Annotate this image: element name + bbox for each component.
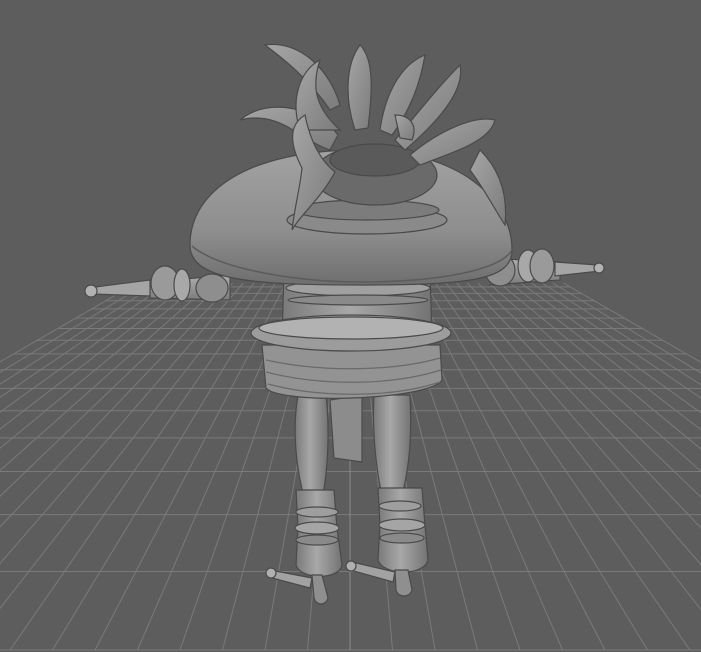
left-boot[interactable]: [345, 487, 429, 597]
grid-line: [552, 282, 701, 374]
grid-line: [0, 282, 201, 449]
grid-line: [52, 282, 276, 651]
viewport-canvas[interactable]: [0, 0, 701, 652]
skirt-flap: [329, 394, 363, 463]
right-leg[interactable]: [294, 394, 329, 501]
grid-line: [0, 282, 234, 528]
3d-viewport[interactable]: [0, 0, 701, 652]
grid-line: [424, 282, 648, 651]
grid-line: [499, 282, 701, 450]
left-leg[interactable]: [372, 394, 412, 496]
grid-line: [0, 282, 255, 610]
grid-line: [0, 282, 148, 373]
grid-line: [445, 282, 701, 611]
right-arm[interactable]: [84, 265, 231, 303]
grid-line: [434, 282, 691, 651]
belt-ring[interactable]: [250, 314, 452, 352]
grid-line: [563, 282, 701, 363]
right-boot[interactable]: [265, 489, 343, 605]
grid-line: [520, 282, 701, 414]
skirt[interactable]: [261, 344, 443, 399]
grid-line: [456, 282, 701, 566]
grid-line: [0, 282, 180, 413]
grid-line: [9, 282, 266, 651]
grid-line: [0, 282, 137, 363]
grid-line: [0, 282, 244, 565]
grid-line: [466, 282, 701, 529]
